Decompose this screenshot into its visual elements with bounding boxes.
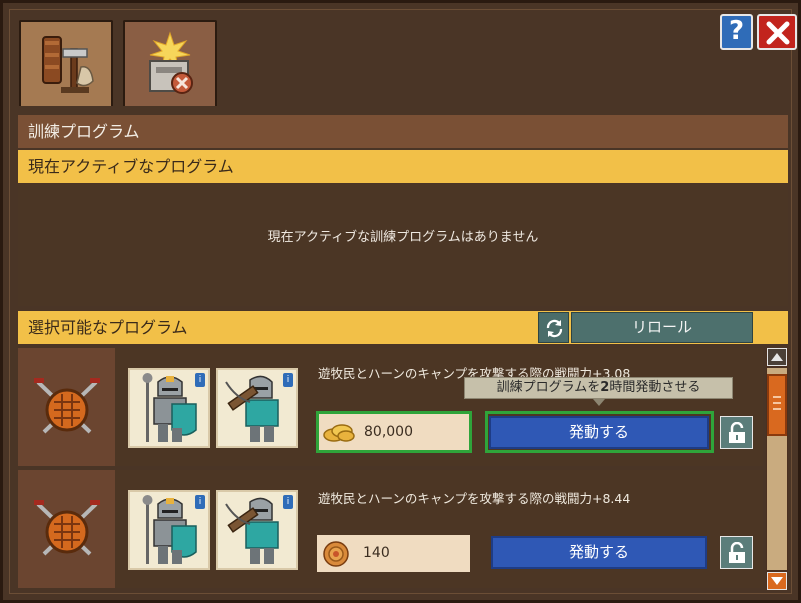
unit-info-icon[interactable]: i: [283, 373, 293, 387]
program-list-scrollbar[interactable]: [766, 348, 788, 590]
tooltip-prefix: 訓練プログラムを: [496, 380, 601, 395]
crossed-swords-shield-icon: [34, 500, 100, 556]
close-icon: [766, 21, 790, 45]
lock-button[interactable]: [720, 536, 753, 569]
cost-display: 140: [317, 535, 470, 572]
scroll-up-button[interactable]: [767, 348, 787, 366]
reroll-button[interactable]: リロール: [571, 312, 753, 343]
arrow-up-icon: [771, 353, 783, 361]
crossed-swords-shield-icon: [34, 378, 100, 434]
activate-button[interactable]: 発動する: [491, 536, 707, 569]
program-row: i i 遊牧民とハーンのキャンプを攻撃する際の戦闘力+8.44 140 発動する: [18, 470, 763, 588]
active-programs-empty-message: 現在アクティブな訓練プログラムはありません: [18, 184, 788, 306]
refresh-icon: [546, 319, 563, 338]
grip-line: [773, 402, 781, 404]
stone-altar-icon: [149, 31, 193, 94]
tab-training[interactable]: [19, 20, 113, 106]
unit-card[interactable]: i: [128, 490, 210, 570]
training-window: ? 訓練プログラム 現在アクティブなプログラム 現在アクティブな訓練プログラムは…: [0, 0, 801, 603]
reroll-icon-button[interactable]: [538, 312, 569, 343]
section-title: 訓練プログラム: [18, 115, 788, 148]
grip-line: [773, 408, 781, 410]
unit-info-icon[interactable]: i: [195, 373, 205, 387]
program-description: 遊牧民とハーンのキャンプを攻撃する際の戦闘力+8.44: [318, 491, 631, 506]
padlock-icon: [729, 422, 745, 443]
unit-card[interactable]: i: [216, 490, 298, 570]
lock-button[interactable]: [720, 416, 753, 449]
program-row: i i 遊牧民とハーンのキャンプを攻撃する際の戦闘力+3.08 80,000 発…: [18, 348, 763, 466]
cost-display: 80,000: [318, 414, 470, 451]
program-emblem: [18, 470, 115, 588]
unit-card[interactable]: i: [216, 368, 298, 448]
tab-ritual[interactable]: [123, 20, 217, 106]
unit-card[interactable]: i: [128, 368, 210, 448]
scroll-down-button[interactable]: [767, 572, 787, 590]
help-button[interactable]: ?: [720, 14, 753, 50]
activate-button[interactable]: 発動する: [489, 416, 709, 449]
scroll-thumb[interactable]: [767, 374, 787, 436]
cost-amount: 80,000: [364, 424, 413, 440]
gold-coins-icon: [323, 424, 355, 442]
active-programs-header: 現在アクティブなプログラム: [18, 150, 788, 183]
activate-tooltip: 訓練プログラムを2時間発動させる: [464, 377, 733, 399]
program-emblem: [18, 348, 115, 466]
tooltip-suffix: 時間発動させる: [609, 380, 701, 395]
ruby-medallion-icon: [323, 541, 349, 567]
tooltip-arrow: [593, 399, 605, 406]
close-button[interactable]: [757, 14, 797, 50]
signpost-icon: [42, 36, 94, 93]
unit-info-icon[interactable]: i: [195, 495, 205, 509]
cost-amount: 140: [363, 545, 390, 561]
tooltip-hours: 2: [600, 380, 610, 395]
unit-info-icon[interactable]: i: [283, 495, 293, 509]
grip-line: [773, 396, 781, 398]
arrow-down-icon: [771, 577, 783, 585]
padlock-icon: [729, 542, 745, 563]
